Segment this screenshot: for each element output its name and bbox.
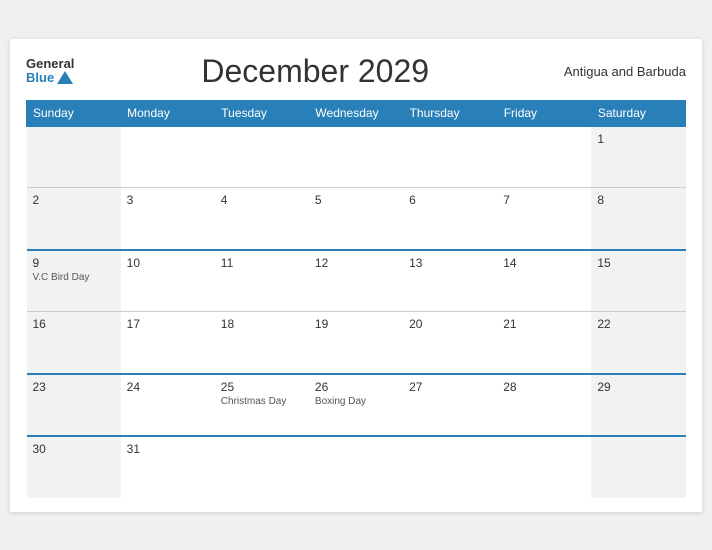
day-number: 24 [127, 380, 209, 394]
logo-triangle-icon [57, 71, 73, 84]
day-number: 3 [127, 193, 209, 207]
calendar-week-row: 1 [27, 126, 686, 188]
day-number: 31 [127, 442, 209, 456]
calendar-week-row: 9 V.C Bird Day 10 11 12 13 14 15 [27, 250, 686, 312]
day-number: 9 [33, 256, 115, 270]
day-number: 22 [597, 317, 679, 331]
calendar-cell: 16 [27, 312, 121, 374]
header-thursday: Thursday [403, 100, 497, 126]
day-number: 15 [597, 256, 679, 270]
calendar-cell: 13 [403, 250, 497, 312]
calendar-cell: 20 [403, 312, 497, 374]
calendar-cell: 7 [497, 188, 591, 250]
day-number: 13 [409, 256, 491, 270]
calendar-cell: 29 [591, 374, 685, 436]
day-number: 4 [221, 193, 303, 207]
calendar-header: General Blue December 2029 Antigua and B… [26, 53, 686, 90]
day-number: 21 [503, 317, 585, 331]
day-number: 23 [33, 380, 115, 394]
calendar-week-row: 2345678 [27, 188, 686, 250]
day-number: 26 [315, 380, 397, 394]
country-name: Antigua and Barbuda [556, 64, 686, 79]
day-number: 14 [503, 256, 585, 270]
day-number: 16 [33, 317, 115, 331]
calendar-cell: 11 [215, 250, 309, 312]
calendar-cell: 24 [121, 374, 215, 436]
calendar-cell: 28 [497, 374, 591, 436]
calendar-cell: 18 [215, 312, 309, 374]
calendar-cell: 25 Christmas Day [215, 374, 309, 436]
calendar-cell [309, 436, 403, 498]
calendar-cell: 9 V.C Bird Day [27, 250, 121, 312]
calendar-cell [497, 436, 591, 498]
holiday-label: V.C Bird Day [33, 272, 115, 283]
calendar-cell: 19 [309, 312, 403, 374]
day-number: 7 [503, 193, 585, 207]
calendar-cell: 2 [27, 188, 121, 250]
calendar-cell: 8 [591, 188, 685, 250]
day-number: 27 [409, 380, 491, 394]
calendar-week-row: 30 31 [27, 436, 686, 498]
calendar-cell: 27 [403, 374, 497, 436]
calendar-wrapper: General Blue December 2029 Antigua and B… [10, 39, 702, 512]
day-number: 19 [315, 317, 397, 331]
calendar-cell: 23 [27, 374, 121, 436]
calendar-cell: 12 [309, 250, 403, 312]
holiday-label: Christmas Day [221, 396, 303, 407]
header-friday: Friday [497, 100, 591, 126]
calendar-cell [27, 126, 121, 188]
header-sunday: Sunday [27, 100, 121, 126]
calendar-cell: 31 [121, 436, 215, 498]
day-number: 28 [503, 380, 585, 394]
calendar-cell: 30 [27, 436, 121, 498]
calendar-cell: 4 [215, 188, 309, 250]
calendar-cell [215, 436, 309, 498]
day-number: 10 [127, 256, 209, 270]
day-number: 20 [409, 317, 491, 331]
header-wednesday: Wednesday [309, 100, 403, 126]
calendar-cell [309, 126, 403, 188]
calendar-cell: 26 Boxing Day [309, 374, 403, 436]
day-number: 11 [221, 256, 303, 270]
calendar-cell [215, 126, 309, 188]
header-tuesday: Tuesday [215, 100, 309, 126]
logo: General Blue [26, 57, 74, 86]
day-number: 2 [33, 193, 115, 207]
calendar-cell: 3 [121, 188, 215, 250]
calendar-cell [121, 126, 215, 188]
weekday-header-row: Sunday Monday Tuesday Wednesday Thursday… [27, 100, 686, 126]
calendar-cell: 10 [121, 250, 215, 312]
calendar-cell: 22 [591, 312, 685, 374]
calendar-cell: 21 [497, 312, 591, 374]
logo-blue-text: Blue [26, 71, 74, 85]
holiday-label: Boxing Day [315, 396, 397, 407]
day-number: 12 [315, 256, 397, 270]
day-number: 5 [315, 193, 397, 207]
calendar-cell: 15 [591, 250, 685, 312]
calendar-cell: 6 [403, 188, 497, 250]
calendar-cell: 17 [121, 312, 215, 374]
header-saturday: Saturday [591, 100, 685, 126]
calendar-cell: 14 [497, 250, 591, 312]
calendar-cell: 5 [309, 188, 403, 250]
calendar-cell [591, 436, 685, 498]
day-number: 6 [409, 193, 491, 207]
day-number: 18 [221, 317, 303, 331]
header-monday: Monday [121, 100, 215, 126]
logo-general-text: General [26, 57, 74, 71]
calendar-table: Sunday Monday Tuesday Wednesday Thursday… [26, 100, 686, 498]
calendar-cell [403, 126, 497, 188]
day-number: 29 [597, 380, 679, 394]
day-number: 30 [33, 442, 115, 456]
calendar-week-row: 16 17 18 19 20 21 22 [27, 312, 686, 374]
calendar-cell: 1 [591, 126, 685, 188]
month-title: December 2029 [74, 53, 556, 90]
day-number: 17 [127, 317, 209, 331]
calendar-cell [403, 436, 497, 498]
calendar-week-row: 23 24 25 Christmas Day 26 Boxing Day 27 28 29 [27, 374, 686, 436]
calendar-cell [497, 126, 591, 188]
day-number: 8 [597, 193, 679, 207]
day-number: 1 [597, 132, 679, 146]
day-number: 25 [221, 380, 303, 394]
